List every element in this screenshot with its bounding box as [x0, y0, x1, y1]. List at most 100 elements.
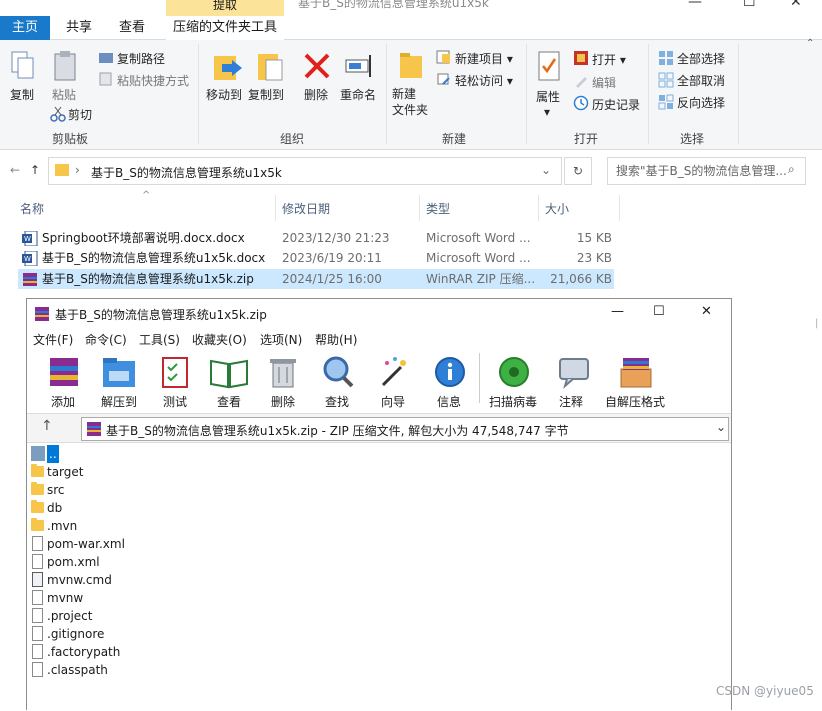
column-size[interactable]: 大小	[545, 200, 569, 217]
new-folder-button[interactable]: 新建 文件夹	[392, 86, 428, 118]
column-name[interactable]: 名称	[20, 200, 44, 217]
maximize-button[interactable]: ☐	[743, 0, 756, 10]
winrar-title: 基于B_S的物流信息管理系统u1x5k.zip	[55, 308, 267, 322]
tool-extract-button[interactable]: 解压到	[97, 351, 141, 411]
edit-button[interactable]: 编辑	[592, 74, 616, 91]
item-name: pom.xml	[47, 555, 100, 569]
tool-view-button[interactable]: 查看	[207, 351, 251, 411]
tool-test-button[interactable]: 测试	[155, 351, 195, 411]
winrar-minimize-button[interactable]: —	[611, 304, 624, 319]
context-tab-label: 提取	[212, 0, 237, 12]
tool-wizard-button[interactable]: 向导	[373, 351, 413, 411]
copy-icon[interactable]	[10, 50, 36, 82]
paste-button[interactable]: 粘贴	[52, 86, 76, 103]
rename-button[interactable]: 重命名	[340, 86, 376, 103]
menu-file[interactable]: 文件(F)	[33, 331, 73, 348]
tab-compressed-tools-label: 压缩的文件夹工具	[172, 20, 277, 35]
item-name: ..	[47, 445, 59, 463]
menu-options[interactable]: 选项(N)	[260, 331, 302, 348]
properties-button[interactable]: 属性 ▾	[536, 88, 560, 119]
back-icon[interactable]: ←	[10, 163, 20, 177]
select-all-button[interactable]: 全部选择	[677, 50, 725, 67]
column-separator[interactable]	[275, 195, 276, 221]
easy-access-button[interactable]: 轻松访问 ▾	[455, 72, 513, 89]
tool-find-button[interactable]: 查找	[317, 351, 357, 411]
open-icon	[574, 51, 588, 65]
file-row[interactable]: W 基于B_S的物流信息管理系统u1x5k.docx 2023/6/19 20:…	[18, 248, 614, 268]
tool-delete-button[interactable]: 删除	[263, 351, 303, 411]
address-bar[interactable]: › 基于B_S的物流信息管理系统u1x5k ⌄	[48, 157, 562, 185]
open-button[interactable]: 打开 ▾	[592, 51, 626, 68]
winrar-close-button[interactable]: ✕	[701, 304, 712, 319]
menu-tools[interactable]: 工具(S)	[139, 331, 180, 348]
select-none-button[interactable]: 全部取消	[677, 72, 725, 89]
search-icon[interactable]: ⌕	[788, 162, 795, 177]
column-separator[interactable]	[419, 195, 420, 221]
context-tab-extract[interactable]: 提取	[166, 0, 284, 16]
column-separator[interactable]	[619, 195, 620, 221]
trash-icon	[270, 359, 296, 388]
tab-share[interactable]: 共享	[55, 16, 103, 40]
invert-selection-icon	[658, 94, 674, 110]
up-icon[interactable]: ↑	[30, 163, 40, 177]
minimize-button[interactable]: —	[688, 0, 702, 10]
invert-selection-button[interactable]: 反向选择	[677, 94, 725, 111]
chevron-down-icon[interactable]: ⌄	[716, 420, 726, 434]
history-button[interactable]: 历史记录	[592, 96, 640, 113]
file-row[interactable]: W Springboot环境部署说明.docx.docx 2023/12/30 …	[18, 228, 614, 248]
properties-icon[interactable]	[536, 50, 562, 82]
tool-comment-button[interactable]: 注释	[553, 351, 593, 411]
move-to-icon[interactable]	[212, 50, 244, 84]
item-name: src	[47, 483, 65, 497]
tab-view[interactable]: 查看	[108, 16, 156, 40]
new-folder-icon[interactable]	[398, 50, 424, 82]
group-new: 新建	[441, 132, 466, 146]
item-name: db	[47, 501, 63, 515]
chevron-down-icon[interactable]: ⌄	[541, 163, 551, 177]
winrar-maximize-button[interactable]: ☐	[653, 304, 665, 319]
tab-home-label: 主页	[11, 20, 38, 35]
tool-add-button[interactable]: 添加	[43, 351, 83, 411]
tool-sfx-button[interactable]: 自解压格式	[603, 351, 667, 411]
tab-compressed-tools[interactable]: 压缩的文件夹工具	[166, 16, 284, 40]
new-item-button[interactable]: 新建项目 ▾	[455, 50, 513, 67]
wizard-wand-icon	[381, 357, 406, 387]
menu-favorites[interactable]: 收藏夹(O)	[192, 331, 247, 348]
move-to-button[interactable]: 移动到	[206, 86, 242, 103]
ribbon-collapse-icon[interactable]: ⌃	[806, 38, 814, 49]
cut-button[interactable]: 剪切	[68, 106, 92, 123]
paste-shortcut-button[interactable]: 粘贴快捷方式	[117, 72, 189, 89]
column-separator[interactable]	[538, 195, 539, 221]
copy-button[interactable]: 复制	[10, 86, 34, 103]
chevron-right-icon[interactable]: ›	[75, 163, 80, 177]
up-level-icon[interactable]: ↑	[41, 418, 53, 434]
delete-icon[interactable]	[303, 52, 331, 80]
window-title: 基于B_S的物流信息管理系统u1x5k	[298, 0, 489, 10]
winrar-small-icon	[87, 422, 101, 436]
copy-to-button[interactable]: 复制到	[248, 86, 284, 103]
refresh-button[interactable]: ↻	[564, 157, 592, 185]
column-type[interactable]: 类型	[426, 200, 450, 217]
paste-shortcut-icon	[99, 72, 112, 86]
menu-commands[interactable]: 命令(C)	[85, 331, 127, 348]
add-icon	[50, 358, 78, 386]
rename-icon[interactable]	[344, 52, 374, 80]
file-row-selected[interactable]: 基于B_S的物流信息管理系统u1x5k.zip 2024/1/25 16:00 …	[18, 269, 614, 289]
paste-icon[interactable]	[52, 50, 78, 82]
search-input[interactable]: 搜索"基于B_S的物流信息管理...	[607, 157, 806, 185]
scroll-mark: |	[815, 318, 819, 329]
cut-icon	[50, 106, 66, 122]
copy-path-button[interactable]: 复制路径	[117, 50, 165, 67]
tab-home[interactable]: 主页	[0, 16, 50, 40]
tool-info-button[interactable]: 信息	[429, 351, 469, 411]
column-modified[interactable]: 修改日期	[282, 200, 330, 217]
winrar-app-icon	[35, 307, 49, 321]
item-name: target	[47, 465, 84, 479]
menu-help[interactable]: 帮助(H)	[315, 331, 357, 348]
file-icon	[32, 644, 43, 659]
archive-path-field[interactable]: 基于B_S的物流信息管理系统u1x5k.zip - ZIP 压缩文件, 解包大小…	[81, 417, 729, 441]
close-button[interactable]: ✕	[790, 0, 802, 10]
copy-to-icon[interactable]	[254, 50, 286, 84]
tool-scan-virus-button[interactable]: 扫描病毒	[487, 351, 543, 411]
delete-button[interactable]: 删除	[304, 86, 328, 103]
